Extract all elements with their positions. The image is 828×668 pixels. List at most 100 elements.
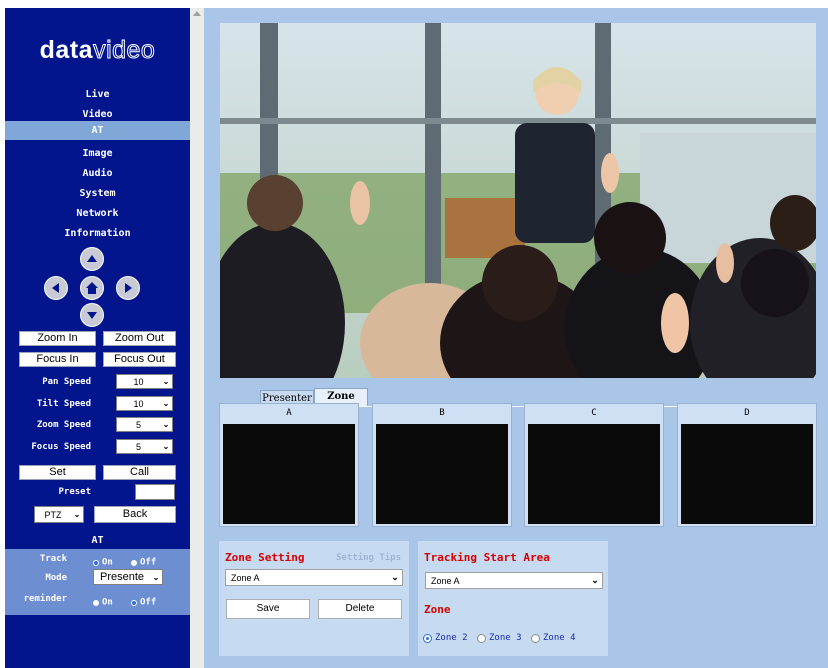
zone-3-radio[interactable]: Zone 3 xyxy=(477,633,522,643)
nav-item-live[interactable]: Live xyxy=(5,85,190,104)
reminder-label: reminder xyxy=(23,594,67,604)
zone-2-label: Zone 2 xyxy=(435,633,468,643)
back-button[interactable]: Back xyxy=(94,506,176,523)
main-panel: Presenter Zone A B C D Zone Setting Sett… xyxy=(204,8,828,668)
zone-video xyxy=(223,424,355,524)
chevron-down-icon: ⌄ xyxy=(162,442,170,451)
zone-video xyxy=(528,424,660,524)
ptz-left-button[interactable] xyxy=(44,276,68,300)
ptz-down-button[interactable] xyxy=(80,303,104,327)
ptz-up-button[interactable] xyxy=(80,247,104,271)
zone-title: B xyxy=(439,408,445,418)
radio-selected-icon xyxy=(93,559,99,566)
radio-unselected-icon xyxy=(477,633,486,643)
arrow-up-icon xyxy=(87,255,97,262)
nav-item-system[interactable]: System xyxy=(5,184,190,203)
datavideo-logo: datavideo xyxy=(5,36,190,65)
focus-speed-select[interactable]: 5 ⌄ xyxy=(116,439,173,454)
arrow-down-icon xyxy=(87,312,97,319)
zone-preview-c[interactable]: C xyxy=(524,403,664,527)
tilt-speed-select[interactable]: 10 ⌄ xyxy=(116,396,173,411)
reminder-on-radio[interactable]: On xyxy=(93,592,113,611)
zoom-speed-label: Zoom Speed xyxy=(36,420,91,430)
zone-title: D xyxy=(744,408,750,418)
scroll-up-arrow-icon[interactable] xyxy=(193,11,201,16)
nav-item-image[interactable]: Image xyxy=(5,144,190,163)
ptz-home-button[interactable] xyxy=(80,276,104,300)
zone-2-radio[interactable]: Zone 2 xyxy=(423,633,468,643)
radio-unselected-icon xyxy=(131,559,137,566)
home-icon xyxy=(86,282,98,294)
track-label: Track xyxy=(39,554,67,564)
logo-text-video: video xyxy=(93,36,156,65)
track-on-label: On xyxy=(102,557,113,568)
at-panel: Track On Off Mode Presente ⌄ reminder On … xyxy=(5,549,190,615)
zone-preview-d[interactable]: D xyxy=(677,403,817,527)
zoom-speed-select[interactable]: 5 ⌄ xyxy=(116,417,173,432)
tracking-start-select[interactable]: Zone A ⌄ xyxy=(425,572,603,589)
preset-call-button[interactable]: Call xyxy=(103,465,176,480)
at-header: AT xyxy=(91,535,104,546)
nav-item-at[interactable]: AT xyxy=(5,121,190,140)
preset-input[interactable] xyxy=(135,484,175,500)
arrow-right-icon xyxy=(125,283,132,293)
scrollbar[interactable] xyxy=(190,8,204,668)
ptz-right-button[interactable] xyxy=(116,276,140,300)
zone-setting-select[interactable]: Zone A ⌄ xyxy=(225,569,403,586)
focus-speed-value: 5 xyxy=(135,441,141,452)
save-button[interactable]: Save xyxy=(226,599,310,619)
zone-title: A xyxy=(286,408,292,418)
zone-title: C xyxy=(591,408,597,418)
live-video-preview xyxy=(220,23,816,378)
zoom-in-button[interactable]: Zoom In xyxy=(19,331,96,346)
nav-item-network[interactable]: Network xyxy=(5,204,190,223)
ptz-mode-select[interactable]: PTZ ⌄ xyxy=(34,506,84,523)
zone-4-label: Zone 4 xyxy=(543,633,576,643)
zone-setting-panel: Zone Setting Setting Tips Zone A ⌄ Save D… xyxy=(218,540,410,657)
reminder-on-label: On xyxy=(102,597,113,608)
radio-unselected-icon xyxy=(531,633,540,643)
chevron-down-icon: ⌄ xyxy=(391,572,399,582)
zone-preview-a[interactable]: A xyxy=(219,403,359,527)
preset-label: Preset xyxy=(58,487,91,497)
reminder-off-label: Off xyxy=(140,597,157,608)
zone-4-radio[interactable]: Zone 4 xyxy=(531,633,576,643)
chevron-down-icon: ⌄ xyxy=(73,510,81,519)
radio-unselected-icon xyxy=(93,599,99,606)
delete-button[interactable]: Delete xyxy=(318,599,402,619)
chevron-down-icon: ⌄ xyxy=(162,399,170,408)
chevron-down-icon: ⌄ xyxy=(152,572,160,582)
focus-speed-label: Focus Speed xyxy=(31,442,91,452)
nav-item-audio[interactable]: Audio xyxy=(5,164,190,183)
pan-speed-value: 10 xyxy=(133,376,144,387)
focus-in-button[interactable]: Focus In xyxy=(19,352,96,367)
pan-speed-select[interactable]: 10 ⌄ xyxy=(116,374,173,389)
chevron-down-icon: ⌄ xyxy=(162,420,170,429)
pan-speed-label: Pan Speed xyxy=(42,377,91,387)
zone-preview-b[interactable]: B xyxy=(372,403,512,527)
tilt-speed-label: Tilt Speed xyxy=(36,399,91,409)
preset-set-button[interactable]: Set xyxy=(19,465,96,480)
at-mode-select[interactable]: Presente ⌄ xyxy=(93,569,163,585)
tracking-start-area-title: Tracking Start Area xyxy=(424,551,550,564)
camera-feed-image xyxy=(220,23,816,378)
nav-item-information[interactable]: Information xyxy=(5,224,190,243)
logo-text-data: data xyxy=(39,36,94,64)
focus-out-button[interactable]: Focus Out xyxy=(103,352,176,367)
zone-3-label: Zone 3 xyxy=(489,633,522,643)
setting-tips-link[interactable]: Setting Tips xyxy=(336,553,401,563)
zone-setting-title: Zone Setting xyxy=(225,551,305,564)
radio-selected-icon xyxy=(423,633,432,643)
sidebar: datavideo Live Video AT Image Audio Syst… xyxy=(5,8,190,668)
ptz-mode-value: PTZ xyxy=(44,509,62,520)
zoom-out-button[interactable]: Zoom Out xyxy=(103,331,176,346)
reminder-off-radio[interactable]: Off xyxy=(131,592,156,611)
zone-video xyxy=(681,424,813,524)
arrow-left-icon xyxy=(52,283,59,293)
chevron-down-icon: ⌄ xyxy=(591,575,599,585)
zone-setting-value: Zone A xyxy=(231,572,260,583)
zone-video xyxy=(376,424,508,524)
mode-label: Mode xyxy=(45,573,67,583)
tilt-speed-value: 10 xyxy=(133,398,144,409)
chevron-down-icon: ⌄ xyxy=(162,377,170,386)
